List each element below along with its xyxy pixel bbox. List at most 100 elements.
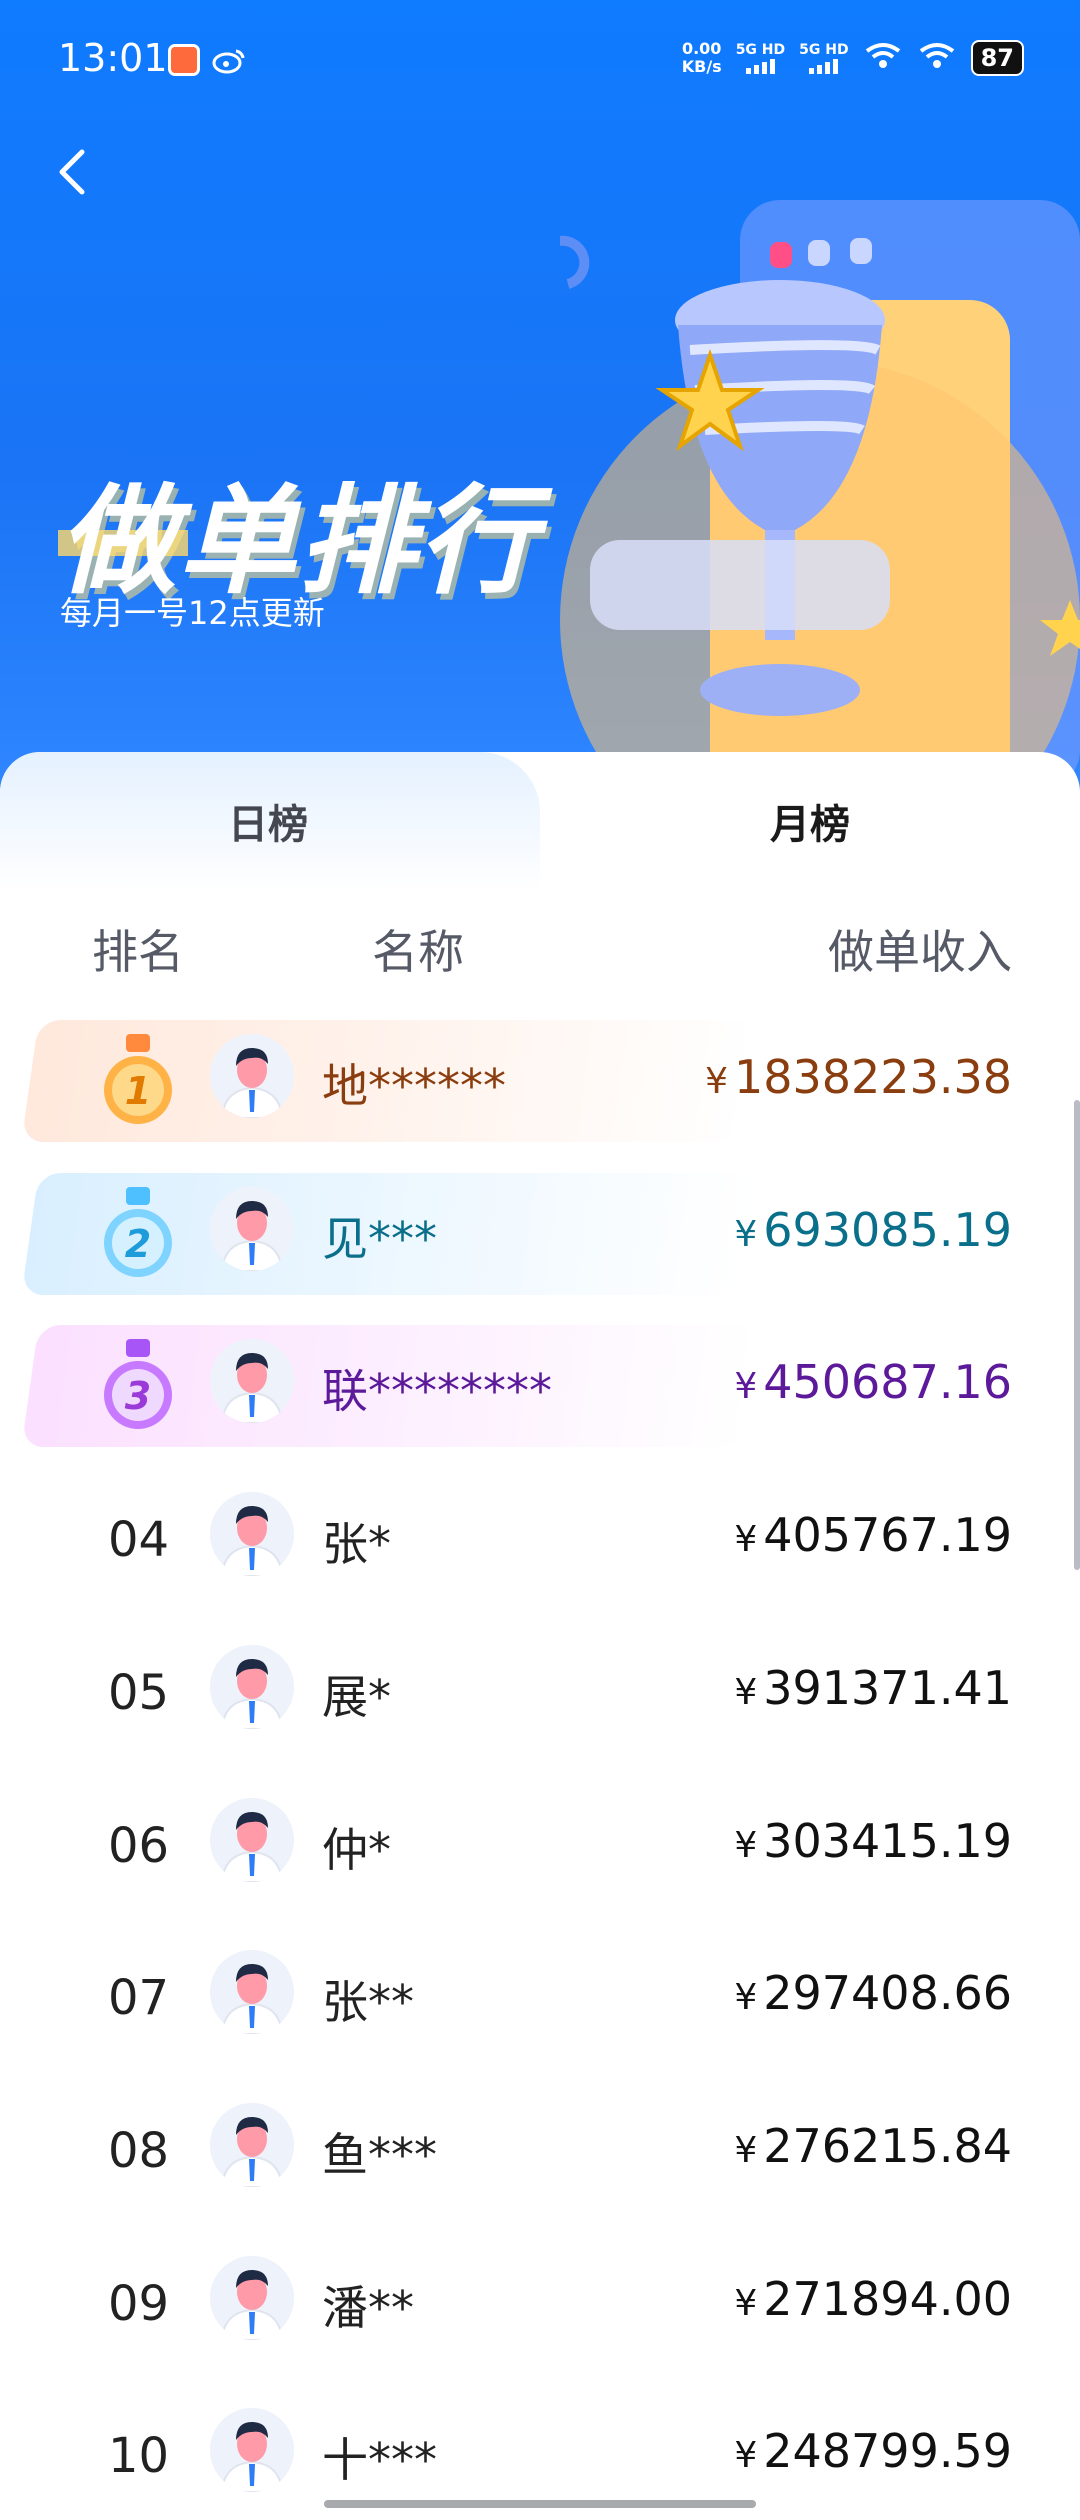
currency-symbol: ¥	[734, 1519, 758, 1560]
ranking-row: 05 展* ¥391371.41	[0, 1621, 1080, 1751]
income-amount: ¥297408.66	[734, 1966, 1012, 2020]
rank-number: 09	[108, 2276, 170, 2332]
signal-1-label: 5G HD	[735, 42, 786, 58]
ranking-row: 04 张* ¥405767.19	[0, 1468, 1080, 1598]
avatar	[210, 1187, 294, 1271]
ranking-row: 2 见*** ¥693085.19	[0, 1163, 1080, 1295]
ranking-row: 1 地****** ¥1838223.38	[0, 1010, 1080, 1142]
currency-symbol: ¥	[705, 1061, 728, 1102]
signal-2-label: 5G HD	[799, 42, 849, 58]
income-value: 271894.00	[763, 2272, 1012, 2326]
avatar	[210, 1798, 294, 1882]
person-icon	[210, 1798, 294, 1882]
income-amount: ¥248799.59	[734, 2424, 1012, 2478]
income-value: 276215.84	[763, 2119, 1012, 2173]
scrollbar[interactable]	[1074, 1100, 1080, 1570]
income-amount: ¥450687.16	[734, 1355, 1012, 1409]
income-amount: ¥276215.84	[734, 2119, 1012, 2173]
medal-rank-number: 1	[125, 1069, 151, 1113]
income-amount: ¥271894.00	[734, 2272, 1012, 2326]
home-indicator[interactable]	[324, 2500, 756, 2508]
ranking-row: 08 鱼*** ¥276215.84	[0, 2079, 1080, 2209]
person-icon	[210, 2256, 294, 2340]
income-value: 297408.66	[763, 1966, 1012, 2020]
battery-indicator: 87	[970, 40, 1024, 76]
income-value: 1838223.38	[733, 1050, 1012, 1104]
net-speed: 0.00 KB/s	[682, 40, 722, 76]
user-name: 见***	[322, 1212, 437, 1266]
avatar	[210, 2256, 294, 2340]
wifi-icon	[917, 41, 957, 75]
rank-number: 05	[108, 1665, 170, 1721]
silver-medal-icon: 2	[104, 1187, 172, 1277]
user-name: 鱼***	[322, 2128, 437, 2182]
income-value: 391371.41	[763, 1661, 1012, 1715]
avatar	[210, 1034, 294, 1118]
medal-rank-number: 3	[125, 1374, 151, 1418]
currency-symbol: ¥	[734, 1825, 758, 1866]
ranking-row: 06 仲* ¥303415.19	[0, 1774, 1080, 1904]
avatar	[210, 1645, 294, 1729]
status-bar: 13:01 0.00 KB/s 5G HD 5G HD 87	[0, 0, 1080, 120]
ranking-row: 07 张** ¥297408.66	[0, 1926, 1080, 2056]
user-name: 仲*	[322, 1823, 391, 1877]
user-name: 潘**	[322, 2281, 414, 2335]
avatar	[210, 2103, 294, 2187]
ranking-row: 3 联******** ¥450687.16	[0, 1315, 1080, 1447]
weibo-icon	[212, 48, 246, 74]
user-name: 地******	[322, 1059, 506, 1113]
person-icon	[210, 1950, 294, 2034]
currency-symbol: ¥	[734, 2435, 758, 2476]
user-name: 张**	[322, 1975, 414, 2029]
person-icon	[210, 1034, 294, 1118]
income-value: 450687.16	[763, 1355, 1012, 1409]
income-amount: ¥391371.41	[734, 1661, 1012, 1715]
chevron-left-icon	[59, 149, 85, 195]
income-value: 303415.19	[763, 1814, 1012, 1868]
signal-1-icon: 5G HD	[736, 42, 785, 74]
purple-medal-icon: 3	[104, 1339, 172, 1429]
person-icon	[210, 2103, 294, 2187]
income-amount: ¥1838223.38	[705, 1050, 1012, 1104]
column-header-name: 名称	[372, 925, 464, 979]
avatar	[210, 1950, 294, 2034]
medal-rank-number: 2	[125, 1222, 151, 1266]
person-icon	[210, 1187, 294, 1271]
avatar	[210, 1339, 294, 1423]
currency-symbol: ¥	[734, 1366, 758, 1407]
back-button[interactable]	[46, 142, 106, 202]
trophy-illustration	[560, 200, 1080, 790]
signal-2-icon: 5G HD	[799, 42, 849, 74]
rank-number: 06	[108, 1818, 170, 1874]
wifi-plus-icon	[863, 41, 903, 75]
tab-daily[interactable]: 日榜	[228, 792, 308, 850]
net-speed-unit: KB/s	[681, 57, 722, 76]
rank-number: 04	[108, 1512, 170, 1568]
rank-number: 07	[108, 1970, 170, 2026]
income-value: 405767.19	[763, 1508, 1012, 1562]
user-name: 张*	[322, 1517, 391, 1571]
person-icon	[210, 2408, 294, 2492]
income-value: 693085.19	[763, 1203, 1012, 1257]
column-header-rank: 排名	[92, 925, 184, 979]
notification-app-icon	[168, 44, 200, 76]
ranking-tabs: 日榜 月榜	[0, 752, 1080, 892]
header-banner: 13:01 0.00 KB/s 5G HD 5G HD 87 做单排行 每月一号…	[0, 0, 1080, 790]
user-name: 展*	[322, 1670, 391, 1724]
currency-symbol: ¥	[734, 1977, 758, 2018]
rank-number: 10	[108, 2428, 170, 2484]
avatar	[210, 1492, 294, 1576]
income-amount: ¥405767.19	[734, 1508, 1012, 1562]
status-indicators: 0.00 KB/s 5G HD 5G HD 87	[682, 40, 1024, 76]
gold-medal-icon: 1	[104, 1034, 172, 1124]
person-icon	[210, 1339, 294, 1423]
user-name: 十***	[322, 2433, 437, 2487]
tab-monthly[interactable]: 月榜	[770, 792, 850, 850]
currency-symbol: ¥	[734, 1214, 758, 1255]
currency-symbol: ¥	[734, 2130, 758, 2171]
net-speed-value: 0.00	[681, 39, 722, 58]
status-time: 13:01	[58, 36, 168, 80]
person-icon	[210, 1645, 294, 1729]
person-icon	[210, 1492, 294, 1576]
column-header-income: 做单收入	[828, 925, 1012, 979]
